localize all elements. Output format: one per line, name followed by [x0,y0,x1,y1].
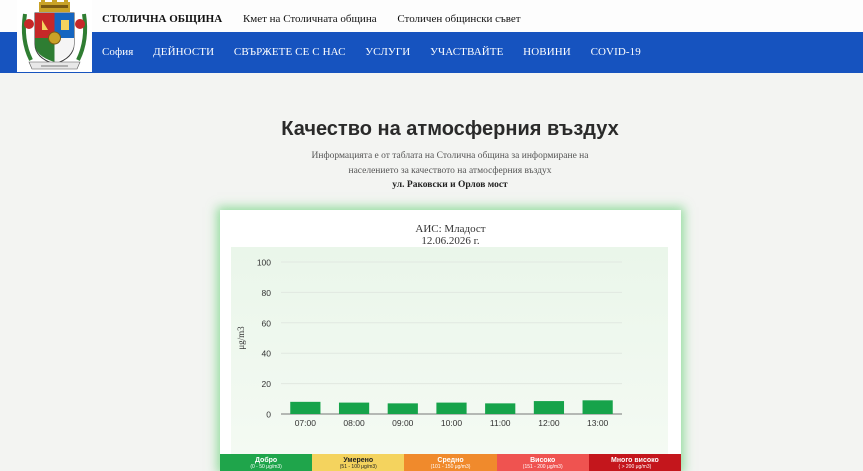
council-link[interactable]: Столичен общински съвет [397,13,520,25]
legend-range: (151 - 200 μg/m3) [522,464,563,470]
subtitle-line-1: Информацията е от таблата на Столична об… [311,151,589,161]
nav-item-covid[interactable]: COVID-19 [591,46,641,58]
top-links: СТОЛИЧНА ОБЩИНА Кмет на Столичната общин… [102,13,539,25]
main-nav: София ДЕЙНОСТИ СВЪРЖЕТЕ СЕ С НАС УСЛУГИ … [0,32,863,73]
y-tick-label: 40 [262,349,272,359]
chart-card: АИС: Младост 12.06.2026 г. 0 20 40 60 80 100 μ… [220,210,681,471]
y-tick-label: 0 [266,410,271,420]
bar [436,402,467,414]
x-tick-label: 11:00 [490,418,511,428]
top-header: СТОЛИЧНА ОБЩИНА Кмет на Столичната общин… [0,0,863,32]
coat-of-arms-logo[interactable] [17,0,92,72]
bar [485,403,516,414]
nav-item-activities[interactable]: ДЕЙНОСТИ [153,46,214,58]
x-tick-label: 13:00 [587,418,609,428]
y-tick-label: 100 [257,258,271,268]
legend-segment: Умерено (51 - 100 μg/m3) [312,454,405,471]
coat-of-arms-icon [21,0,88,70]
x-tick-label: 08:00 [343,418,365,428]
subtitle-line-2: населението за качеството на атмосферния… [348,166,552,176]
legend-range: (0 - 50 μg/m3) [250,464,282,470]
legend-label: Високо [530,457,556,464]
legend-range: ( > 200 μg/m3) [618,464,652,470]
x-tick-label: 12:00 [538,418,560,428]
legend-segment: Високо (151 - 200 μg/m3) [496,454,589,471]
legend-label: Умерено [343,457,374,464]
legend-label: Добро [254,457,278,464]
bar [290,401,321,414]
nav-item-sofia[interactable]: София [102,46,133,58]
station-address: ул. Раковски и Орлов мост [392,180,508,190]
legend-segment: Добро (0 - 50 μg/m3) [220,454,313,471]
x-tick-label: 09:00 [392,418,414,428]
y-tick-label: 20 [262,379,272,389]
bar [533,401,565,414]
bar [338,402,370,414]
page-title: Качество на атмосферния въздух [281,118,619,140]
legend-range: (51 - 100 μg/m3) [339,464,377,470]
nav-item-contact[interactable]: СВЪРЖЕТЕ СЕ С НАС [234,46,346,58]
bar [582,400,613,414]
y-tick-label: 80 [262,288,272,298]
page-subtitle: Информацията е от таблата на Столична об… [300,149,600,179]
bar [387,403,418,414]
legend-segment: Средно (101 - 150 μg/m3) [404,454,497,471]
x-tick-label: 10:00 [441,418,463,428]
legend-segment: Много високо( > 200 μg/m3) [588,454,682,471]
y-axis-label: μg/m3 [236,326,246,350]
legend-label: Средно [437,457,464,464]
bar-chart: 0 20 40 60 80 100 μg/m3 07:00 08:00 09:00 10:00 11:… [236,258,622,428]
brand-link[interactable]: СТОЛИЧНА ОБЩИНА [102,13,222,25]
nav-item-participate[interactable]: УЧАСТВАЙТЕ [430,46,503,58]
y-tick-label: 60 [262,318,272,328]
legend-label: Много високо [610,457,659,464]
nav-item-news[interactable]: НОВИНИ [523,46,571,58]
x-tick-label: 07:00 [295,418,317,428]
legend-range: (101 - 150 μg/m3) [430,464,471,470]
aqi-legend: Добро (0 - 50 μg/m3) Умерено (51 - 100 μg/m… [220,454,682,471]
mayor-link[interactable]: Кмет на Столичната община [243,13,377,25]
nav-item-services[interactable]: УСЛУГИ [365,46,410,58]
